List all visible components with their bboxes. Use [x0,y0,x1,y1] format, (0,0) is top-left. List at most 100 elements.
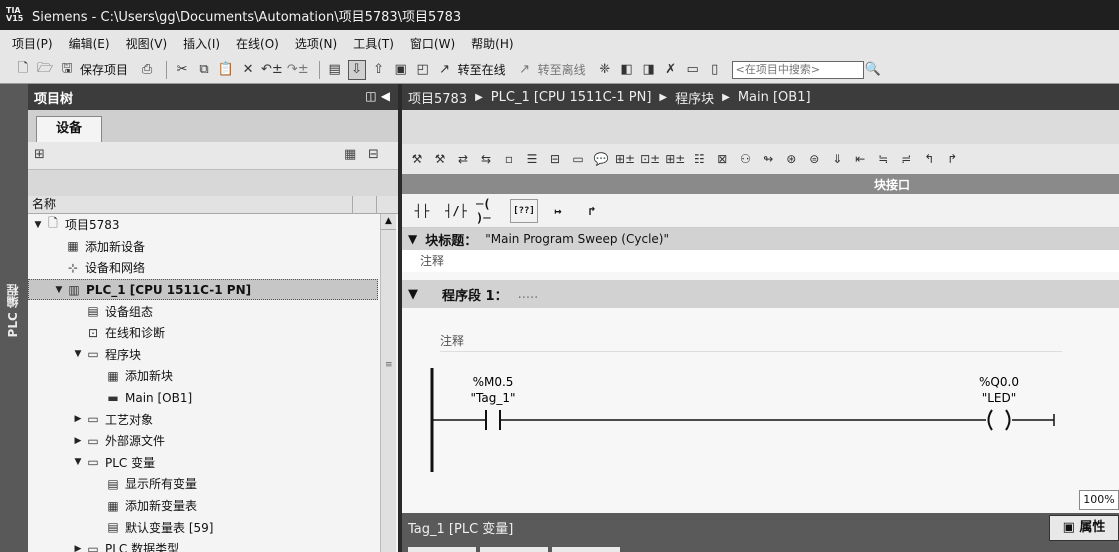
breadcrumb-plc[interactable]: PLC_1 [CPU 1511C-1 PN] [491,90,652,105]
empty-box-button[interactable]: [??] [510,198,538,223]
block-interface-strip[interactable]: 块接口 [402,174,1119,194]
first-network-icon[interactable]: ⇤ [851,149,869,169]
inspector-tab[interactable] [552,547,620,552]
tree-item[interactable]: ▤ 设备组态 [28,300,378,322]
tree-item[interactable]: ▼ ▭ 程序块 [28,344,378,366]
tree-item[interactable]: ▤ 默认变量表 [59] [28,516,378,538]
contact-m0-5[interactable]: %M0.5 "Tag_1" [471,375,516,430]
tree-view-icon[interactable]: ▦ [344,147,356,162]
compare-icon[interactable]: ⇄ [454,149,472,169]
network-comment[interactable]: 注释 [440,330,1062,352]
stop-cpu-icon[interactable]: ◨ [640,60,658,80]
generate-icon[interactable]: ⇆ [477,149,495,169]
collapse-arrow-icon[interactable]: ▼ [408,232,417,246]
compile-icon[interactable]: ▤ [326,60,344,80]
favorites-icon[interactable]: ⊡± [640,149,660,169]
expanded-arrow-icon[interactable]: ▼ [53,285,65,295]
menu-window[interactable]: 窗口(W) [410,35,455,52]
block-title-row[interactable]: ▼ 块标题： "Main Program Sweep (Cycle)" [402,228,1119,250]
expanded-arrow-icon[interactable]: ▼ [32,220,44,230]
open-branch-button[interactable]: ↦ [544,199,572,223]
tree-item[interactable]: ▦ 添加新块 [28,365,378,387]
expanded-arrow-icon[interactable]: ▼ [72,457,84,467]
tree-item[interactable]: ▼ ▭ PLC 变量 [28,452,378,474]
comment-icon[interactable]: 💬 [592,149,610,169]
normally-open-contact-button[interactable]: ┤├ [408,199,436,223]
undo-icon[interactable]: ↶± [261,60,283,80]
tree-item[interactable]: ▶ ▭ PLC 数据类型 [28,538,378,552]
go-online-button[interactable]: 转至在线 [458,60,506,80]
next-network-icon[interactable]: ≓ [897,149,915,169]
menu-help[interactable]: 帮助(H) [471,35,513,52]
tree-item[interactable]: ⊡ 在线和诊断 [28,322,378,344]
tree-item[interactable]: ▼ 🗋 项目5783 [28,214,378,236]
split-horizontal-icon[interactable]: ▭ [684,60,702,80]
menu-insert[interactable]: 插入(I) [183,35,220,52]
breadcrumb-main[interactable]: Main [OB1] [738,90,811,105]
modify-icon[interactable]: ⚒ [431,149,449,169]
paste-icon[interactable]: 📋 [217,60,235,80]
split-vertical-icon[interactable]: ▯ [706,60,724,80]
coil-address[interactable]: %Q0.0 [979,375,1019,389]
column-divider[interactable] [376,196,377,214]
inspector-tab[interactable] [408,547,476,552]
properties-icon[interactable]: ▫ [500,149,518,169]
tree-item[interactable]: ⊹ 设备和网络 [28,257,378,279]
tree-item[interactable]: ▶ ▭ 外部源文件 [28,430,378,452]
inspector-tab[interactable] [480,547,548,552]
block-title-value[interactable]: "Main Program Sweep (Cycle)" [485,232,669,246]
properties-tab[interactable]: ▣ 属性 [1049,515,1119,541]
upload-icon[interactable]: ⇧ [370,60,388,80]
tree-item[interactable]: ▤ 显示所有变量 [28,473,378,495]
collapsed-arrow-icon[interactable]: ▶ [72,544,84,552]
networks-view-icon[interactable]: ☷ [690,149,708,169]
contact-address[interactable]: %M0.5 [473,375,514,389]
scroll-up-icon[interactable]: ▲ [381,214,396,230]
normally-closed-contact-button[interactable]: ┤/├ [442,199,470,223]
menu-options[interactable]: 选项(N) [295,35,337,52]
column-divider[interactable] [352,196,353,214]
insert-network-icon[interactable]: ☰ [523,149,541,169]
breadcrumb-project[interactable]: 项目5783 [408,88,467,107]
print-icon[interactable]: ⎙ [138,60,156,80]
previous-network-icon[interactable]: ≒ [874,149,892,169]
block-comment[interactable]: 注释 [402,250,1119,272]
scroll-grip-icon[interactable]: ≡ [385,360,393,370]
breadcrumb-program-blocks[interactable]: 程序块 [675,88,714,107]
download-icon[interactable]: ⇩ [347,59,366,80]
menu-tools[interactable]: 工具(T) [353,35,394,52]
tree-options-icon[interactable]: ⊞ [34,147,45,162]
tree-overview-icon[interactable]: ⊟ [368,147,379,162]
project-search-input[interactable] [731,60,864,79]
plc-programming-side-tab[interactable]: PLC 编程 [0,84,28,552]
tree-item[interactable]: ▬ Main [OB1] [28,387,378,409]
tag-icon[interactable]: ⊜ [805,149,823,169]
prev-error-icon[interactable]: ↱ [943,149,961,169]
go-online-icon[interactable]: ↗ [436,60,454,80]
start-simulation-icon[interactable]: ◰ [414,60,432,80]
absolute-operands-icon[interactable]: ⊞± [615,149,635,169]
menu-edit[interactable]: 编辑(E) [69,35,110,52]
start-cpu-icon[interactable]: ◧ [618,60,636,80]
save-project-button[interactable]: 保存项目 [80,60,128,80]
search-icon[interactable]: 🔍 [864,60,882,80]
simulate-icon[interactable]: ▣ [392,60,410,80]
tree-item[interactable]: ▼ ▥ PLC_1 [CPU 1511C-1 PN] [28,278,378,301]
delete-icon[interactable]: ✕ [239,60,257,80]
menu-online[interactable]: 在线(O) [236,35,279,52]
monitor-on-icon[interactable]: ⚇ [736,149,754,169]
next-error-icon[interactable]: ↰ [920,149,938,169]
save-icon[interactable]: 🖫 [58,60,76,80]
tree-item[interactable]: ▦ 添加新变量表 [28,495,378,517]
new-project-icon[interactable]: 🗋 [14,60,32,80]
cut-icon[interactable]: ✂ [173,60,191,80]
monitor-icon[interactable]: ⚒ [408,149,426,169]
contact-tag[interactable]: "Tag_1" [471,391,516,405]
expanded-arrow-icon[interactable]: ▼ [72,349,84,359]
tab-devices[interactable]: 设备 [36,116,102,142]
collapsed-arrow-icon[interactable]: ▶ [72,414,84,424]
redo-icon[interactable]: ↷± [287,60,309,80]
go-offline-icon[interactable]: ↗ [516,60,534,80]
menu-view[interactable]: 视图(V) [126,35,168,52]
collapse-arrow-icon[interactable]: ▼ [408,287,418,302]
